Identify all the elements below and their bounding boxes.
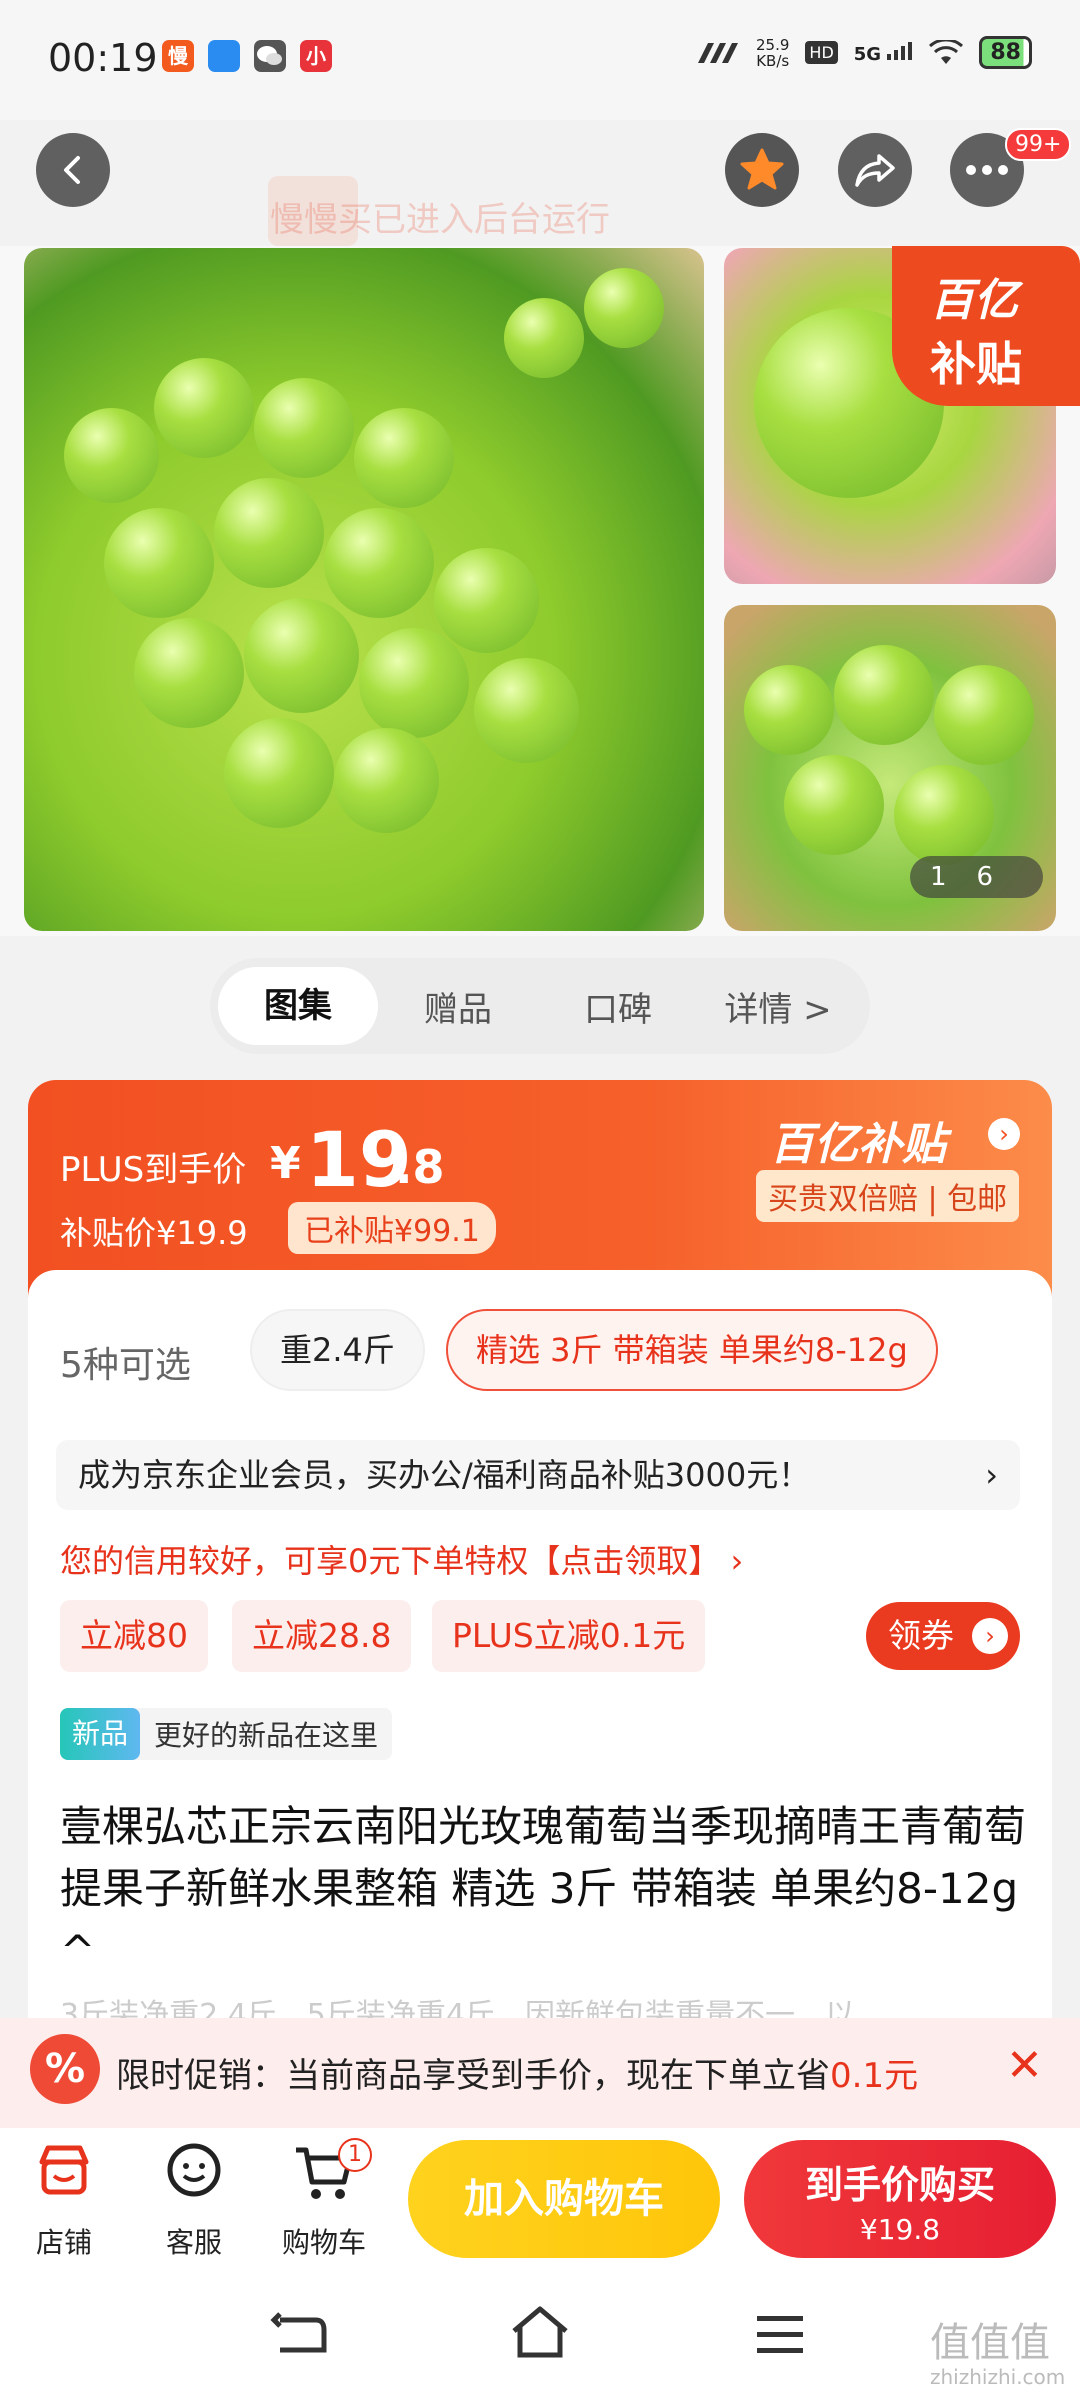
manman-app-icon: 慢 — [162, 40, 194, 72]
chevron-right-icon: › — [985, 1456, 998, 1494]
new-product-banner[interactable]: 新品 更好的新品在这里 — [60, 1708, 393, 1760]
tab-reviews[interactable]: 口碑 — [538, 982, 698, 1031]
nfc-icon — [698, 42, 739, 63]
product-image-main[interactable] — [24, 248, 704, 931]
product-title[interactable]: 壹棵弘芯正宗云南阳光玫瑰葡萄当季现摘晴王青葡萄提果子新鲜水果整箱 精选 3斤 带… — [60, 1796, 1030, 1982]
chevron-right-icon[interactable]: › — [988, 1118, 1020, 1150]
home-nav-icon[interactable] — [510, 2305, 570, 2361]
net-speed: 25.9 KB/s — [756, 35, 790, 70]
back-arrow-icon — [64, 156, 80, 184]
image-counter: 16 — [910, 856, 1044, 898]
coupon-tag[interactable]: 立减80 — [60, 1600, 208, 1672]
price-currency: ¥ — [270, 1138, 301, 1189]
variant-count: 5种可选 — [60, 1345, 191, 1386]
price-decimal: .8 — [395, 1140, 445, 1194]
message-app-icon — [208, 40, 240, 72]
wifi-icon — [929, 39, 964, 64]
share-icon — [855, 154, 895, 187]
gallery-tabs: 图集 赠品 口碑 详情 > — [210, 958, 870, 1054]
buy-now-button[interactable]: 到手价购买 ¥19.8 — [744, 2140, 1056, 2258]
chevron-right-icon: › — [972, 1618, 1008, 1654]
star-icon — [740, 148, 784, 190]
new-badge: 新品 — [60, 1708, 141, 1760]
watermark-url: zhizhizhi.com — [930, 2365, 1066, 2389]
customer-service-button[interactable]: 客服 — [144, 2140, 244, 2261]
status-indicators: 25.9 KB/s HD 5G 88 — [694, 36, 1032, 69]
limited-promo-text: 限时促销：当前商品享受到手价，现在下单立省0.1元 — [116, 2056, 919, 2096]
enterprise-member-promo[interactable]: 成为京东企业会员，买办公/福利商品补贴3000元！ › — [56, 1440, 1020, 1510]
back-button[interactable] — [36, 133, 110, 207]
chat-smile-icon — [167, 2143, 221, 2197]
battery-indicator: 88 — [979, 36, 1032, 69]
background-toast: 慢慢买已进入后台运行 — [270, 200, 610, 240]
tab-details[interactable]: 详情 > — [698, 982, 858, 1031]
store-icon — [39, 2145, 89, 2195]
coupon-tag[interactable]: PLUS立减0.1元 — [432, 1600, 706, 1672]
credit-privilege-link[interactable]: 您的信用较好，可享0元下单特权【点击领取】 › — [60, 1536, 743, 1582]
tab-gifts[interactable]: 赠品 — [378, 982, 538, 1031]
add-to-cart-button[interactable]: 加入购物车 — [408, 2140, 720, 2258]
subsidy-amount-badge: 已补贴¥99.1 — [288, 1202, 496, 1254]
close-icon[interactable]: ✕ — [1006, 2040, 1043, 2091]
get-coupon-button[interactable]: 领券 › — [866, 1602, 1020, 1670]
status-time: 00:19 — [48, 36, 158, 80]
back-nav-icon[interactable] — [270, 2310, 330, 2360]
store-button[interactable]: 店铺 — [14, 2140, 114, 2261]
plus-price-label: PLUS到手价 — [60, 1150, 247, 1190]
subsidy-price: 补贴价¥19.9 — [60, 1214, 248, 1252]
status-app-icons: 慢 小 — [162, 40, 332, 72]
coupon-tag[interactable]: 立减28.8 — [232, 1600, 412, 1672]
notification-badge: 99+ — [1005, 128, 1072, 161]
xiaohongshu-icon: 小 — [300, 40, 332, 72]
discount-icon: % — [30, 2034, 100, 2104]
wechat-icon — [254, 40, 286, 72]
watermark-logo: 值值值 — [930, 2320, 1050, 2366]
share-button[interactable] — [838, 133, 912, 207]
tab-gallery[interactable]: 图集 — [218, 967, 378, 1045]
more-dots-icon — [966, 165, 1008, 175]
subsidy-corner-tag: 百亿 补贴 — [892, 246, 1080, 406]
variant-option-selected[interactable]: 精选 3斤 带箱装 单果约8-12g — [446, 1309, 938, 1391]
signal-icon: 5G — [854, 40, 914, 65]
variant-option[interactable]: 重2.4斤 — [250, 1309, 425, 1391]
new-product-desc: 更好的新品在这里 — [154, 1719, 379, 1752]
cart-count-badge: 1 — [338, 2138, 372, 2172]
billion-subsidy-title[interactable]: 百亿补贴 — [770, 1108, 946, 1172]
favorite-button[interactable] — [725, 133, 799, 207]
hd-icon: HD — [805, 41, 838, 64]
guarantee-badge: 买贵双倍赔 | 包邮 — [756, 1170, 1020, 1222]
menu-nav-icon[interactable] — [755, 2312, 805, 2356]
